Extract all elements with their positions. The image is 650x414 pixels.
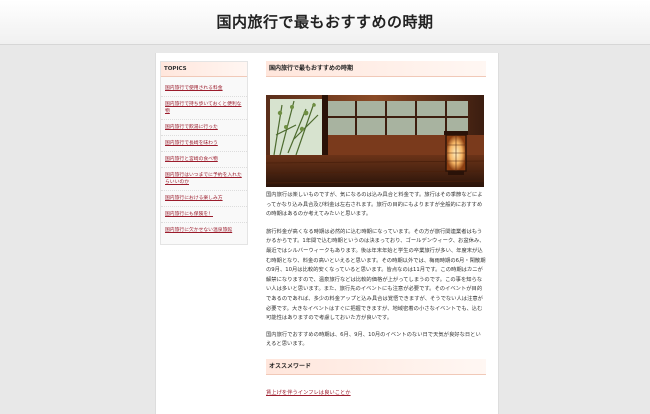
ryokan-illustration: [266, 95, 484, 187]
ryokan-photo: [266, 95, 484, 187]
sidebar-title: TOPICS: [161, 62, 247, 77]
main-content: 国内旅行で最もおすすめの時期 国内旅行は楽しいものですが、気になるのは込み具合と…: [266, 61, 486, 396]
topic-link[interactable]: 国内旅行にも保険を！: [161, 207, 247, 223]
site-header: 国内旅行で最もおすすめの時期: [0, 0, 650, 45]
keywords-title: オススメワード: [266, 358, 486, 375]
paragraph: 国内旅行は楽しいものですが、気になるのは込み具合と料金です。旅行はその季節などに…: [266, 192, 483, 218]
keyword-link[interactable]: 賃上げを伴うインフレは良いことか: [266, 388, 486, 396]
topic-link[interactable]: 国内旅行における楽しみ方: [161, 191, 247, 207]
sidebar: TOPICS 国内旅行で使用される料金 国内旅行で持ち歩いておくと便利な物 国内…: [160, 61, 248, 245]
topic-link[interactable]: 国内旅行で飲湯に行った: [161, 120, 247, 136]
paragraph: 国内旅行でおすすめの時期は、6月、9月、10月のイベントのない日で天気が良好な日…: [266, 331, 481, 348]
article-title: 国内旅行で最もおすすめの時期: [266, 61, 486, 77]
topic-link[interactable]: 国内旅行はいつまでに予約を入れたらいいのか: [161, 168, 247, 191]
topic-link[interactable]: 国内旅行に欠かせない温泉旅館: [161, 223, 247, 238]
topic-link[interactable]: 国内旅行と宮崎の食べ物: [161, 152, 247, 168]
paragraph: 旅行料金が高くなる時期は必然的に込む時期になっています。その方が旅行関連業者はも…: [266, 228, 486, 322]
site-title: 国内旅行で最もおすすめの時期: [216, 13, 434, 31]
topics-list: 国内旅行で使用される料金 国内旅行で持ち歩いておくと便利な物 国内旅行で飲湯に行…: [161, 77, 247, 244]
topic-link[interactable]: 国内旅行で使用される料金: [161, 81, 247, 97]
topic-link[interactable]: 国内旅行で持ち歩いておくと便利な物: [161, 97, 247, 120]
topic-link[interactable]: 国内旅行で長崎を味わう: [161, 136, 247, 152]
